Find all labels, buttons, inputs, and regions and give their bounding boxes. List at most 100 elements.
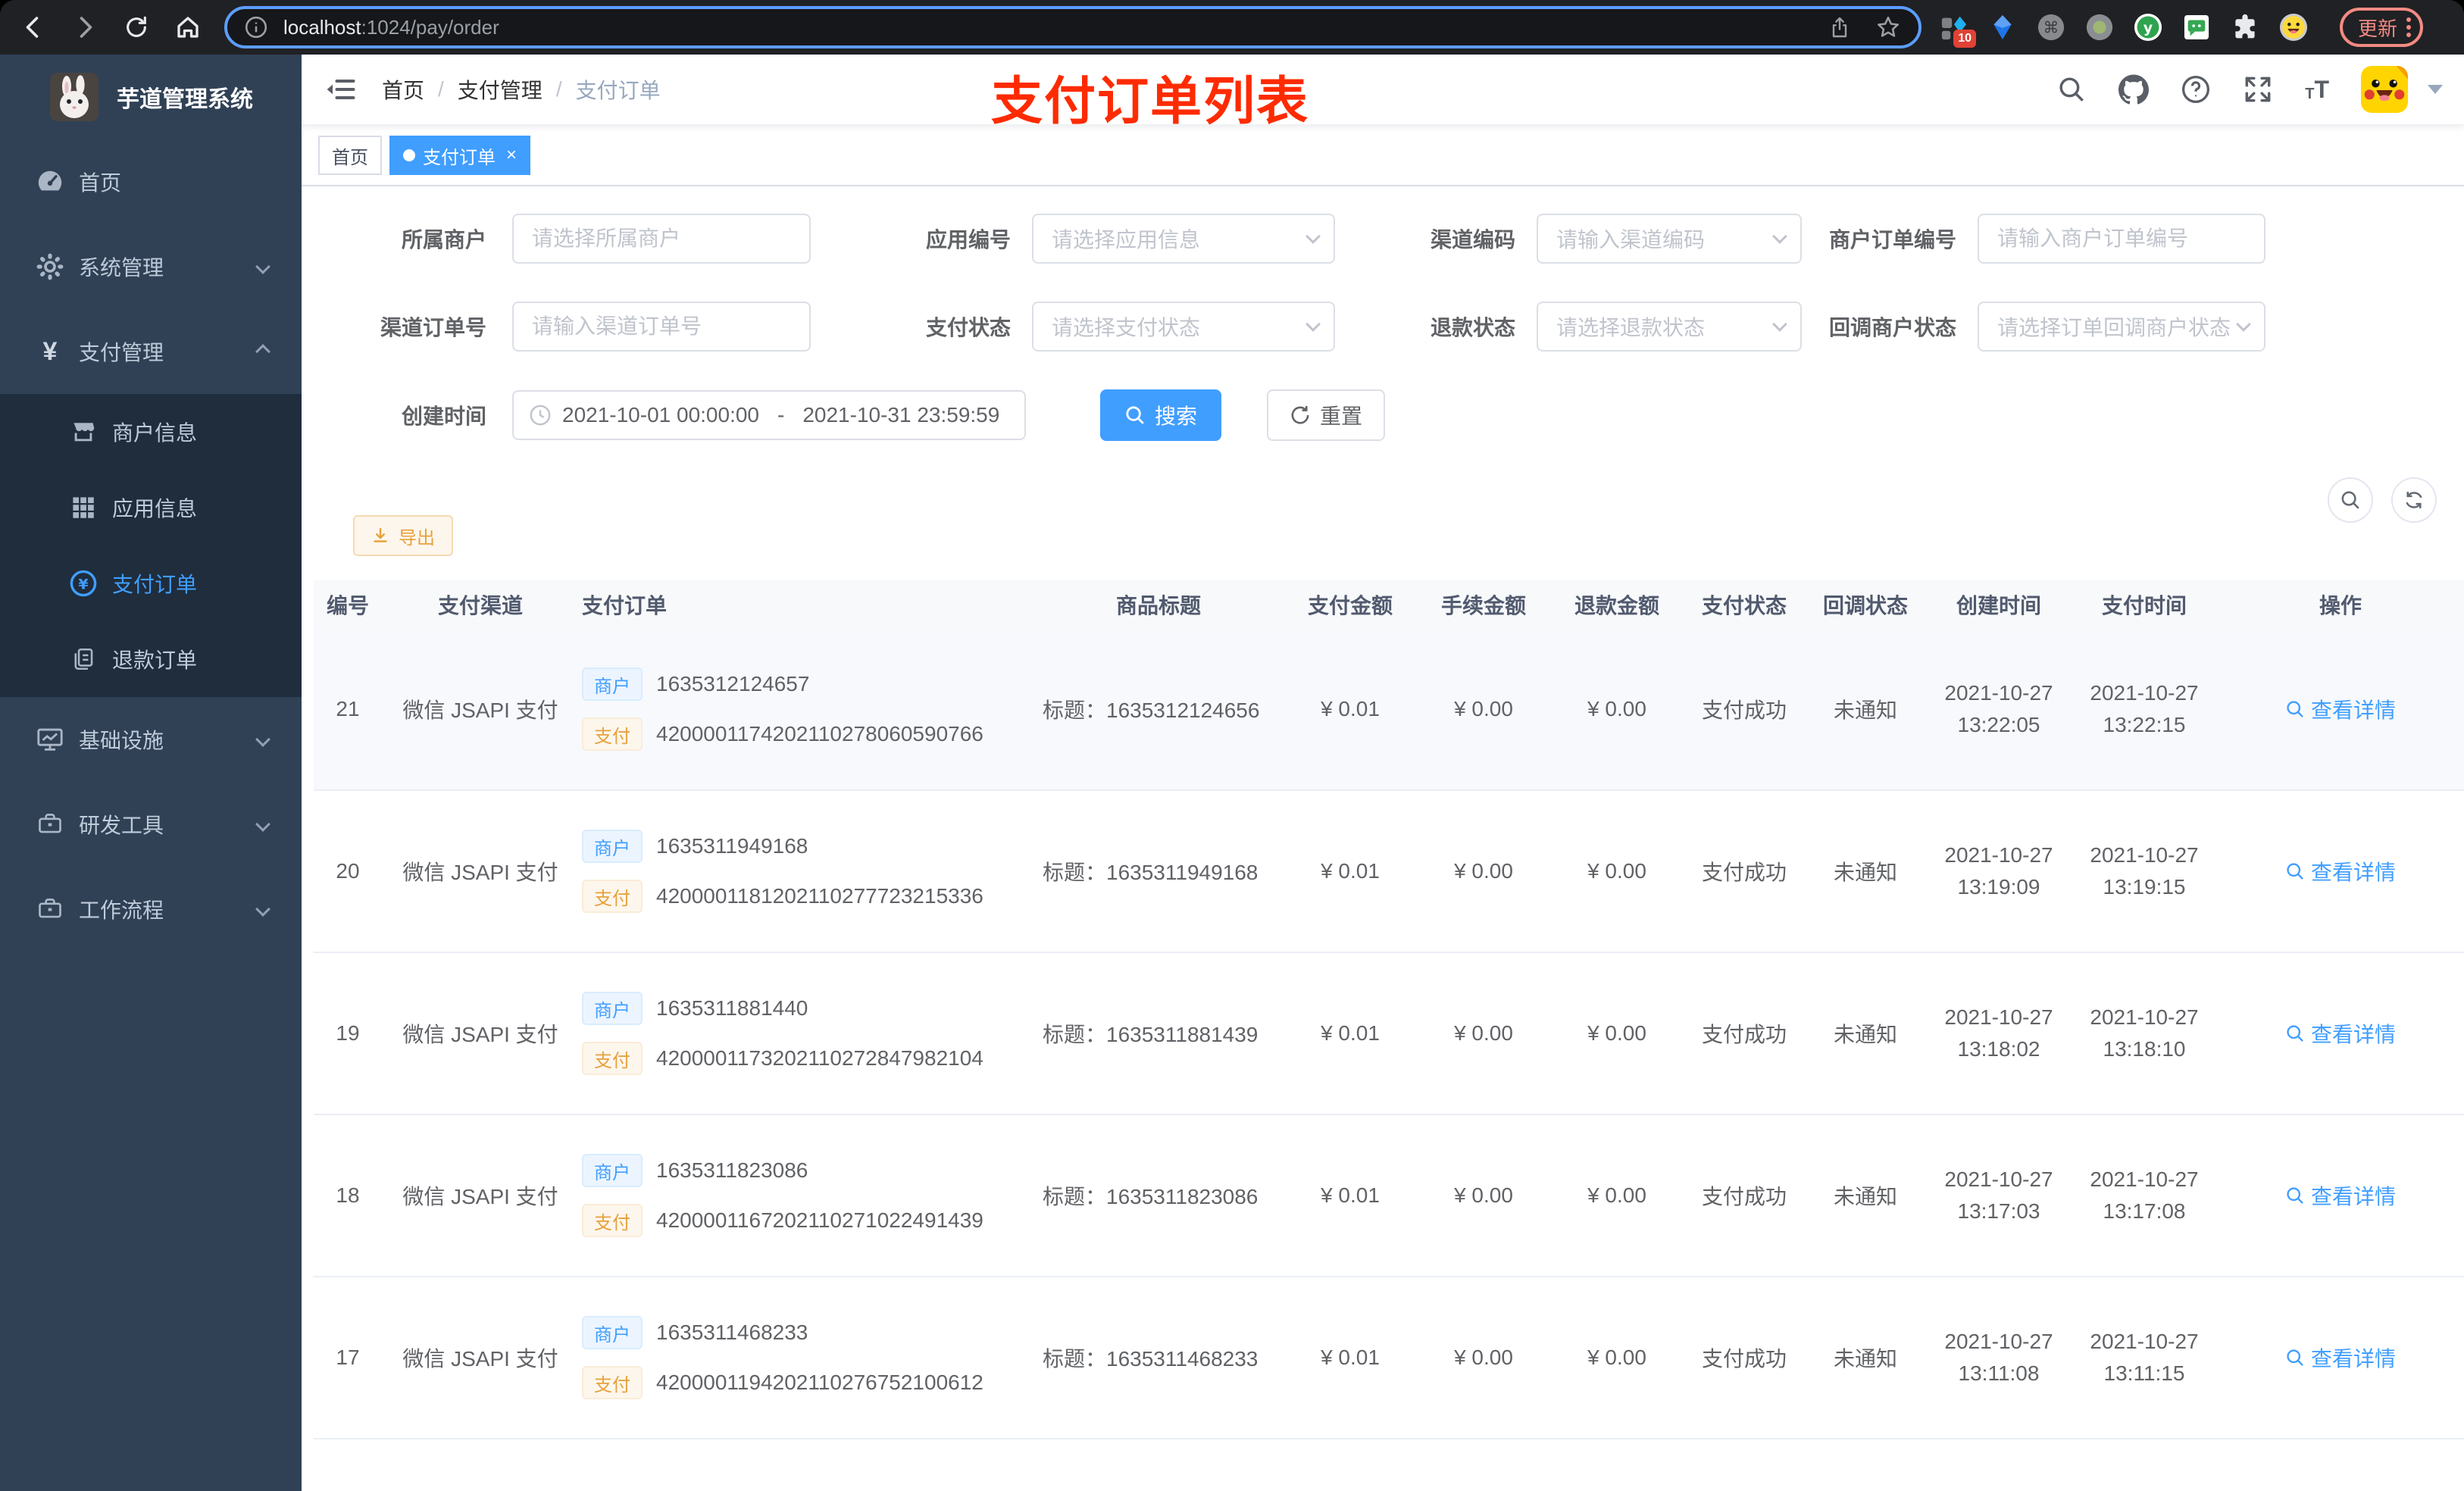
y-extension-icon[interactable]: y [2134,13,2162,42]
tag-home[interactable]: 首页 [318,136,382,175]
export-button[interactable]: 导出 [353,515,453,556]
chevron-down-icon [255,817,270,832]
sidebar-item-app-info[interactable]: 应用信息 [0,470,302,545]
monitor-chart-icon [33,724,67,755]
search-icon [2287,1025,2303,1042]
breadcrumb-separator: / [438,77,444,101]
browser-menu-icon[interactable] [2406,17,2412,37]
view-detail-link[interactable]: 查看详情 [2285,1343,2396,1373]
chat-extension-icon[interactable] [2182,13,2211,42]
sidebar-item-home[interactable]: 首页 [0,139,302,224]
search-icon[interactable] [2056,74,2087,105]
github-icon[interactable] [2118,74,2150,105]
fee-amount: ¥ 0.00 [1454,1346,1513,1369]
merchant-order-no: 1635311949168 [656,834,808,858]
browser-update-button[interactable]: 更新 [2340,8,2424,47]
app-select[interactable]: 请选择应用信息 [1032,214,1335,264]
view-detail-link[interactable]: 查看详情 [2285,694,2396,724]
sidebar-item-merchant-info[interactable]: 商户信息 [0,394,302,470]
gem-extension-icon[interactable] [1988,13,2017,42]
refresh-table-button[interactable] [2391,477,2437,523]
payment-tag: 支付 [582,1204,643,1237]
toggle-search-button[interactable] [2328,477,2373,523]
view-detail-link[interactable]: 查看详情 [2285,1018,2396,1049]
download-icon [374,527,387,542]
help-icon[interactable] [2181,74,2211,105]
product-title: 标题：1635311949168 [1043,861,1259,884]
share-icon[interactable] [1825,12,1855,42]
merchant-order-no: 1635311468233 [656,1321,808,1344]
chevron-up-icon [255,344,270,359]
sidebar-item-workflow[interactable]: 工作流程 [0,867,302,952]
extensions-puzzle-icon[interactable] [2231,13,2259,42]
refresh-icon [2406,492,2422,508]
payment-tag: 支付 [582,1366,643,1399]
notify-status-select[interactable]: 请选择订单回调商户状态 [1978,302,2265,352]
view-detail-link[interactable]: 查看详情 [2285,1180,2396,1211]
table-row: 18 微信 JSAPI 支付 商户 1635311823086 支付 4200001… [314,1115,2464,1277]
sidebar: 芋道管理系统 首页 系统管理 ¥ 支付管理 商户信息 应用信息 ¥ 支付订单 退… [0,55,302,1491]
sidebar-item-system[interactable]: 系统管理 [0,224,302,309]
breadcrumb-pay[interactable]: 支付管理 [458,74,543,105]
command-extension-icon[interactable]: ⌘ [2037,13,2065,42]
site-info-icon[interactable] [241,12,271,42]
table-row: 17 微信 JSAPI 支付 商户 1635311468233 支付 4200001… [314,1277,2464,1439]
url-text[interactable]: localhost:1024/pay/order [283,16,1825,39]
font-size-icon[interactable]: TT [2305,77,2329,102]
merchant-order-no-input[interactable] [1978,214,2265,264]
reset-button[interactable]: 重置 [1267,389,1386,441]
breadcrumb-home[interactable]: 首页 [382,74,424,105]
sidebar-item-infra[interactable]: 基础设施 [0,697,302,782]
page-annotation: 支付订单列表 [991,73,1310,130]
payment-order-no: 4200001181202110277723215336 [656,884,983,908]
channel-order-no-input[interactable] [512,302,811,352]
gear-icon [33,252,67,282]
back-icon[interactable] [18,12,48,42]
dashboard-icon [33,167,67,197]
dot-extension-icon[interactable] [2085,13,2114,42]
sidebar-item-pay-order[interactable]: ¥ 支付订单 [0,545,302,621]
forward-icon[interactable] [70,12,100,42]
sidebar-item-devtools[interactable]: 研发工具 [0,782,302,867]
merchant-tag: 商户 [582,667,643,701]
briefcase-icon [33,894,67,924]
order-id: 20 [336,859,360,883]
sidebar-item-refund-order[interactable]: 退款订单 [0,621,302,697]
filter-channel-code: 渠道编码 请输入渠道编码 [1387,214,1802,264]
chevron-down-icon [255,902,270,917]
tag-pay-order[interactable]: 支付订单 × [389,136,531,175]
refund-status-select[interactable]: 请选择退款状态 [1537,302,1802,352]
search-button[interactable]: 搜索 [1100,389,1222,441]
app-logo[interactable]: 芋道管理系统 [0,55,302,139]
channel-code-select[interactable]: 请输入渠道编码 [1537,214,1802,264]
tab-manager-extension-icon[interactable]: 10 [1940,13,1976,48]
merchant-input[interactable] [512,214,811,264]
payment-tag: 支付 [582,1042,643,1075]
create-time: 2021-10-27 13:19:09 [1944,843,2053,899]
filter-create-time: 创建时间 2021-10-01 00:00:00 - 2021-10-31 23… [342,390,1026,440]
search-icon [2287,1349,2303,1366]
user-avatar[interactable] [2361,66,2408,113]
reload-icon[interactable] [121,12,152,42]
page-content: 所属商户 应用编号 请选择应用信息 渠道编码 请输入渠道编码 商户订单编号 [302,186,2464,1491]
emoji-extension-icon[interactable] [2279,13,2308,42]
svg-text:¥: ¥ [78,577,88,593]
pay-channel: 微信 JSAPI 支付 [402,699,558,722]
pay-channel: 微信 JSAPI 支付 [402,861,558,884]
bookmark-star-icon[interactable] [1873,12,1903,42]
pay-status-select[interactable]: 请选择支付状态 [1032,302,1335,352]
close-icon[interactable]: × [506,145,517,166]
create-time: 2021-10-27 13:17:03 [1944,1167,2053,1223]
refund-doc-icon [67,644,100,674]
address-bar[interactable]: localhost:1024/pay/order [224,6,1921,48]
sidebar-toggle-icon[interactable] [324,73,358,106]
date-range-input[interactable]: 2021-10-01 00:00:00 - 2021-10-31 23:59:5… [512,390,1026,440]
sidebar-item-pay[interactable]: ¥ 支付管理 [0,309,302,394]
fullscreen-icon[interactable] [2243,74,2273,105]
pay-time: 2021-10-27 13:17:08 [2090,1167,2199,1223]
view-detail-link[interactable]: 查看详情 [2285,856,2396,886]
table-row: 21 微信 JSAPI 支付 商户 1635312124657 支付 4200001… [314,629,2464,791]
home-icon[interactable] [173,12,203,42]
pay-order-cell: 商户 1635311881440 支付 4200001173202110272847… [579,992,1033,1075]
caret-down-icon[interactable] [2428,85,2443,94]
